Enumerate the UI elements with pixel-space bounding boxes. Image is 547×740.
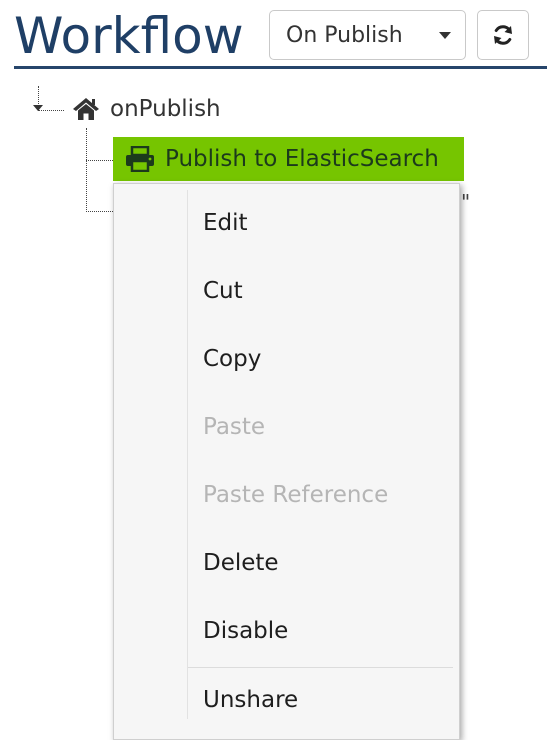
tree-connector-arrow bbox=[33, 105, 43, 111]
tree-connector bbox=[86, 160, 113, 161]
page-title: Workflow bbox=[14, 7, 244, 65]
tree-root-label: onPublish bbox=[110, 96, 221, 122]
menu-item-paste-reference: Paste Reference bbox=[203, 482, 389, 508]
menu-item-delete[interactable]: Delete bbox=[203, 546, 279, 580]
tree-root-node[interactable]: onPublish bbox=[72, 92, 221, 126]
tree-node-label: Publish to ElasticSearch bbox=[165, 146, 439, 172]
trigger-select[interactable]: On Publish bbox=[269, 10, 466, 60]
chevron-down-icon bbox=[439, 31, 451, 39]
tree-connector bbox=[86, 128, 87, 212]
menu-item-cut[interactable]: Cut bbox=[203, 274, 243, 308]
workflow-page: Workflow On Publish onPublish Publish to… bbox=[0, 0, 547, 740]
menu-item-paste: Paste bbox=[203, 414, 266, 440]
tree-node-selected[interactable]: Publish to ElasticSearch bbox=[113, 137, 464, 181]
tree-connector bbox=[86, 211, 113, 212]
partially-hidden-text: " bbox=[461, 190, 471, 214]
refresh-button[interactable] bbox=[477, 10, 529, 60]
menu-item-copy[interactable]: Copy bbox=[203, 342, 261, 376]
menu-item-unshare[interactable]: Unshare bbox=[203, 683, 298, 717]
trigger-select-value: On Publish bbox=[286, 22, 403, 48]
menu-icon-gutter bbox=[187, 190, 188, 719]
home-icon bbox=[72, 97, 100, 121]
context-menu: Edit Cut Copy Paste Paste Reference Dele… bbox=[113, 183, 460, 740]
title-underline bbox=[14, 66, 547, 69]
menu-item-edit[interactable]: Edit bbox=[203, 206, 248, 240]
printer-icon bbox=[125, 146, 155, 172]
refresh-icon bbox=[494, 25, 512, 45]
menu-item-disable[interactable]: Disable bbox=[203, 614, 288, 648]
menu-separator bbox=[188, 667, 453, 668]
